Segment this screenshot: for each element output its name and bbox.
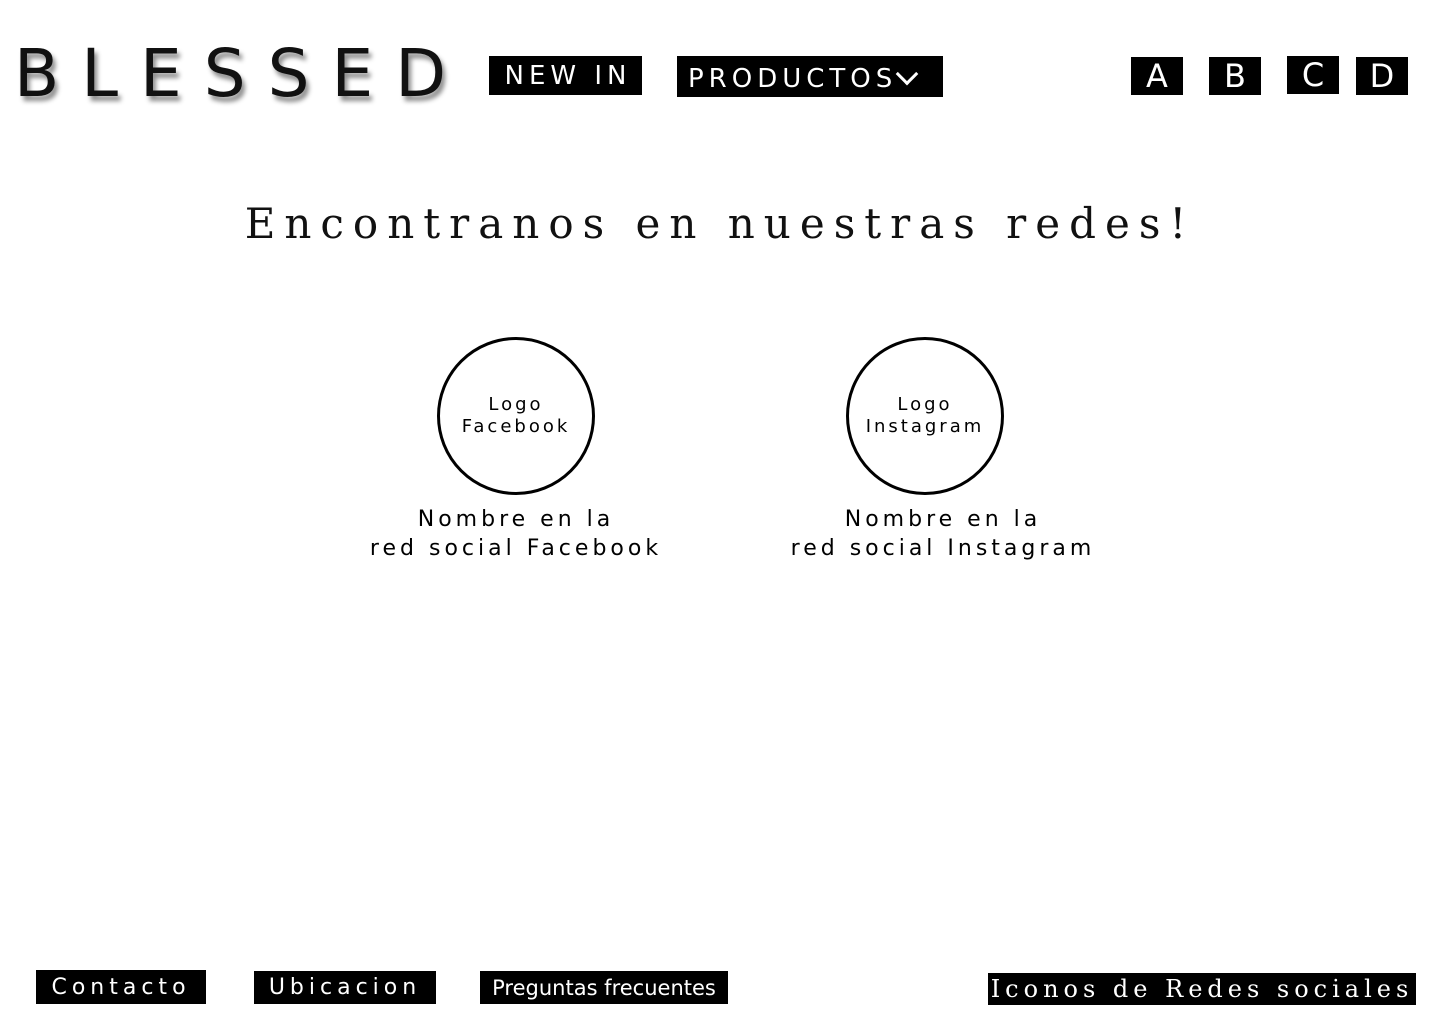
footer-ubicacion-link[interactable]: Ubicacion <box>254 971 436 1004</box>
facebook-name-line2: red social Facebook <box>369 536 663 561</box>
footer-contacto-label: Contacto <box>51 974 191 1000</box>
quick-button-a-label: A <box>1146 57 1168 95</box>
instagram-account-name: Nombre en la red social Instagram <box>760 505 1126 563</box>
nav-new-in-button[interactable]: NEW IN <box>489 56 642 95</box>
quick-button-b-label: B <box>1224 57 1246 95</box>
facebook-logo-line2: Facebook <box>461 416 571 437</box>
footer-faq-label: Preguntas frecuentes <box>492 975 716 1000</box>
footer-faq-link[interactable]: Preguntas frecuentes <box>480 971 728 1004</box>
facebook-logo-link[interactable]: Logo Facebook <box>437 337 595 495</box>
quick-button-b[interactable]: B <box>1209 57 1261 95</box>
facebook-logo-line1: Logo <box>488 394 544 415</box>
quick-button-c[interactable]: C <box>1287 56 1339 94</box>
nav-new-in-label: NEW IN <box>504 60 632 91</box>
footer-ubicacion-label: Ubicacion <box>268 975 422 1000</box>
quick-button-d[interactable]: D <box>1356 57 1408 95</box>
nav-productos-dropdown[interactable]: PRODUCTOS <box>677 56 943 97</box>
instagram-name-line1: Nombre en la <box>844 507 1042 532</box>
quick-button-d-label: D <box>1369 57 1395 95</box>
instagram-name-line2: red social Instagram <box>790 536 1096 561</box>
page-headline: Encontranos en nuestras redes! <box>244 199 1196 248</box>
instagram-logo-line2: Instagram <box>865 416 985 437</box>
instagram-logo-link[interactable]: Logo Instagram <box>846 337 1004 495</box>
footer-contacto-link[interactable]: Contacto <box>36 970 206 1004</box>
facebook-account-name: Nombre en la red social Facebook <box>340 505 692 563</box>
quick-button-a[interactable]: A <box>1131 57 1183 95</box>
chevron-down-icon <box>895 62 919 85</box>
footer-social-icons[interactable]: Iconos de Redes sociales <box>988 973 1416 1005</box>
quick-button-c-label: C <box>1301 56 1325 94</box>
footer-social-icons-label: Iconos de Redes sociales <box>990 975 1414 1003</box>
instagram-logo-line1: Logo <box>897 394 953 415</box>
brand-logo[interactable]: BLESSED <box>14 36 468 112</box>
nav-productos-label: PRODUCTOS <box>688 63 898 94</box>
facebook-name-line1: Nombre en la <box>417 507 615 532</box>
